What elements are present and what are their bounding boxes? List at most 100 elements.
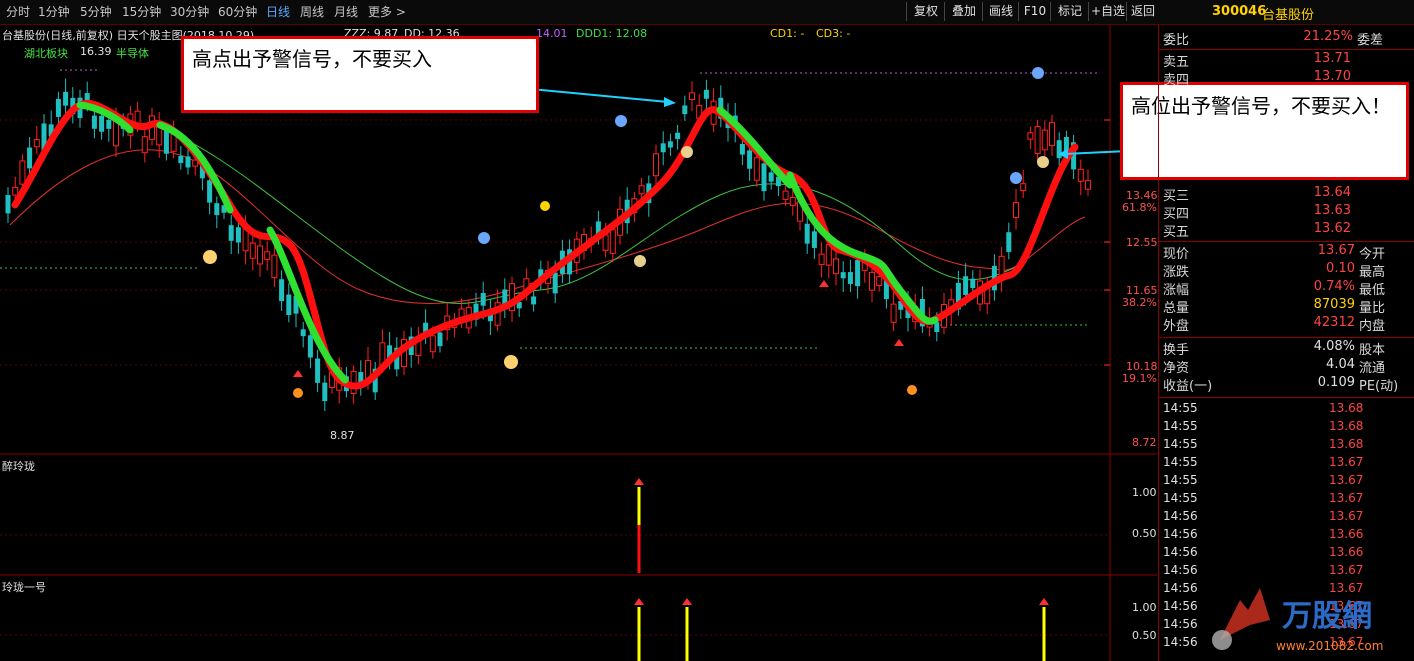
tick-time: 14:56 [1163,581,1198,595]
candle-body [602,234,609,251]
stat-change-value: 0.10 [1326,261,1355,276]
stat-volume-label: 总量 [1163,301,1190,316]
indicator-dd2: 14.01 [536,27,568,40]
tick-price: 13.67 [1329,455,1364,469]
period-30min[interactable]: 30分钟 [170,3,209,20]
axis-price-5: 8.72 [1132,436,1157,449]
callout-left: 高点出予警信号，不要买入 [181,36,539,113]
candle-body [667,141,673,148]
buy5-label: 买五 [1163,225,1190,240]
candle-body [876,276,883,287]
candle-body [840,272,846,279]
tick-row: 14:55 13.68 [1159,437,1414,455]
f10-button[interactable]: F10 [1018,2,1051,21]
candle-body [207,180,213,203]
tick-row: 14:56 13.67 [1159,509,1414,527]
candle-body [33,139,40,148]
candle-body [322,382,328,402]
stat-shares-label: 股本 [1359,343,1386,358]
tick-row: 14:56 13.66 [1159,545,1414,563]
indicator-cd3: CD3: - [816,27,851,40]
tick-time: 14:55 [1163,401,1198,415]
candle-body [753,157,760,181]
sub2-title: 玲珑一号 [2,581,46,594]
stat-high-label: 最高 [1359,265,1386,280]
candle-body [63,91,69,106]
candle-body [257,245,263,265]
axis-pct-3: 38.2% [1122,296,1157,309]
tick-price: 13.67 [1329,509,1364,523]
tick-time: 14:56 [1163,509,1198,523]
candle-body [300,329,306,337]
high-price-label: 16.39 [80,45,112,58]
candle-body [235,227,241,243]
draw-line-button[interactable]: 画线 [982,2,1019,21]
candle-body [818,253,825,265]
candle-body [1077,168,1084,182]
candle-body [437,332,443,347]
candle-body [1056,140,1062,159]
weicha-label: 委差 [1357,33,1384,48]
candle-body [1034,126,1041,154]
candle-body [869,271,875,291]
sub2-tick-1: 1.00 [1132,601,1157,614]
tick-time: 14:56 [1163,563,1198,577]
kline-chart[interactable] [0,25,1157,661]
candle-body [739,143,745,155]
mark-button[interactable]: 标记 [1050,2,1089,21]
period-5min[interactable]: 5分钟 [80,3,112,20]
buy4-label: 买四 [1163,207,1190,222]
fuquan-button[interactable]: 复权 [906,2,945,21]
candle-body [638,185,645,195]
tick-price: 13.68 [1329,419,1364,433]
stat-turnover-value: 4.08% [1313,339,1355,354]
overlay-button[interactable]: 叠加 [944,2,983,21]
candle-body [249,242,256,259]
period-15min[interactable]: 15分钟 [122,3,161,20]
sub1-tick-1: 1.00 [1132,486,1157,499]
sub1-tick-2: 0.50 [1132,527,1157,540]
candle-body [768,172,774,182]
add-watchlist-button[interactable]: +自选 [1088,2,1127,21]
candle-body [5,195,11,214]
candle-body [480,292,486,306]
stat-price-value: 13.67 [1317,243,1355,258]
stat-outer-value: 42312 [1313,315,1355,330]
tick-price: 13.66 [1329,527,1364,541]
period-daily[interactable]: 日线 [266,3,290,20]
tick-time: 14:55 [1163,419,1198,433]
tick-price: 13.67 [1329,473,1364,487]
candle-body [890,303,897,323]
candle-body [855,259,861,287]
tick-time: 14:56 [1163,545,1198,559]
tick-row: 14:55 13.68 [1159,419,1414,437]
tick-price: 13.68 [1329,437,1364,451]
period-monthly[interactable]: 月线 [334,3,358,20]
candle-body [653,153,659,177]
candle-body [1013,202,1019,219]
tick-time: 14:56 [1163,617,1198,631]
period-weekly[interactable]: 周线 [300,3,324,20]
stat-volume-value: 87039 [1313,297,1355,312]
stat-pct-value: 0.74% [1313,279,1355,294]
buy3-price: 13.64 [1313,185,1351,200]
candle-body [552,272,558,294]
watermark-logo: 万股網 www.201082.com [1212,588,1383,653]
tick-time: 14:55 [1163,473,1198,487]
period-intraday[interactable]: 分时 [6,3,30,20]
candle-body [804,223,810,244]
period-1min[interactable]: 1分钟 [38,3,70,20]
stat-outer-label: 外盘 [1163,319,1190,334]
candle-body [264,251,271,260]
back-button[interactable]: 返回 [1126,2,1159,21]
candle-body [689,92,695,101]
candle-body [963,276,969,295]
stat-float-label: 流通 [1359,361,1386,376]
period-60min[interactable]: 60分钟 [218,3,257,20]
tick-row: 14:56 13.66 [1159,527,1414,545]
candle-body [970,278,976,289]
candle-body [1027,132,1034,140]
sell5-label: 卖五 [1163,55,1190,70]
period-more[interactable]: 更多 > [368,3,406,20]
indicator-cd1: CD1: - [770,27,805,40]
